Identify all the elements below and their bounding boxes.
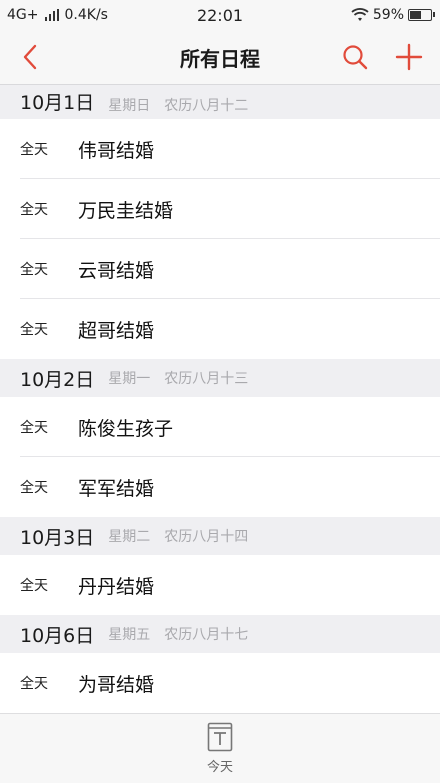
event-row[interactable]: 全天 超哥结婚 [0,299,440,359]
bottom-tab-bar: 今天 [0,713,440,783]
event-title: 陈俊生孩子 [78,417,174,440]
allday-label: 全天 [20,142,48,158]
event-title: 伟哥结婚 [78,139,155,162]
status-time: 22:01 [196,5,244,25]
calendar-today-icon [207,722,233,752]
allday-label: 全天 [20,578,48,594]
event-row[interactable]: 全天 云哥结婚 [0,239,440,299]
event-title: 万民圭结婚 [78,199,174,222]
allday-label: 全天 [20,676,48,692]
date-header: 10月1日 星期日 农历八月十二 [0,85,440,119]
event-title: 丹丹结婚 [78,575,155,598]
lunar-label: 农历八月十七 [164,627,249,643]
event-row[interactable]: 全天 陈俊生孩子 [0,397,440,457]
event-row[interactable]: 全天 军军结婚 [0,457,440,517]
date-label: 10月3日 [20,526,95,549]
weekday-label: 星期二 [108,529,151,545]
event-row[interactable]: 全天 丹丹结婚 [0,555,440,615]
date-label: 10月2日 [20,368,95,391]
lunar-label: 农历八月十四 [164,529,249,545]
event-title: 为哥结婚 [78,673,155,696]
page-title: 所有日程 [180,46,260,71]
add-icon[interactable] [394,42,424,72]
allday-label: 全天 [20,262,48,278]
date-label: 10月1日 [20,92,95,114]
today-tab[interactable]: 今天 [207,722,233,775]
allday-label: 全天 [20,322,48,338]
today-label: 今天 [206,760,233,775]
date-label: 10月6日 [20,624,95,647]
schedule-list[interactable]: 10月1日 星期日 农历八月十二 全天 伟哥结婚 全天 万民圭结婚 全天 云哥结… [0,85,440,713]
allday-label: 全天 [20,480,48,496]
event-title: 云哥结婚 [78,259,155,282]
date-header: 10月3日 星期二 农历八月十四 [0,517,440,555]
weekday-label: 星期日 [108,98,151,114]
back-icon[interactable] [16,42,46,72]
nav-bar: 所有日程 [0,30,440,85]
search-icon[interactable] [340,42,370,72]
battery-icon [408,9,435,21]
date-header: 10月6日 星期五 农历八月十七 [0,615,440,653]
allday-label: 全天 [20,202,48,218]
event-title: 军军结婚 [78,477,155,500]
lunar-label: 农历八月十二 [164,98,249,114]
weekday-label: 星期五 [108,627,151,643]
weekday-label: 星期一 [108,371,151,387]
event-title: 超哥结婚 [78,319,155,342]
event-row[interactable]: 全天 为哥结婚 [0,653,440,713]
event-row[interactable]: 全天 伟哥结婚 [0,119,440,179]
event-row[interactable]: 全天 万民圭结婚 [0,179,440,239]
lunar-label: 农历八月十三 [164,371,249,387]
allday-label: 全天 [20,420,48,436]
status-bar: 4G+ 0.4K/s 22:01 59% [0,0,440,30]
date-header: 10月2日 星期一 农历八月十三 [0,359,440,397]
